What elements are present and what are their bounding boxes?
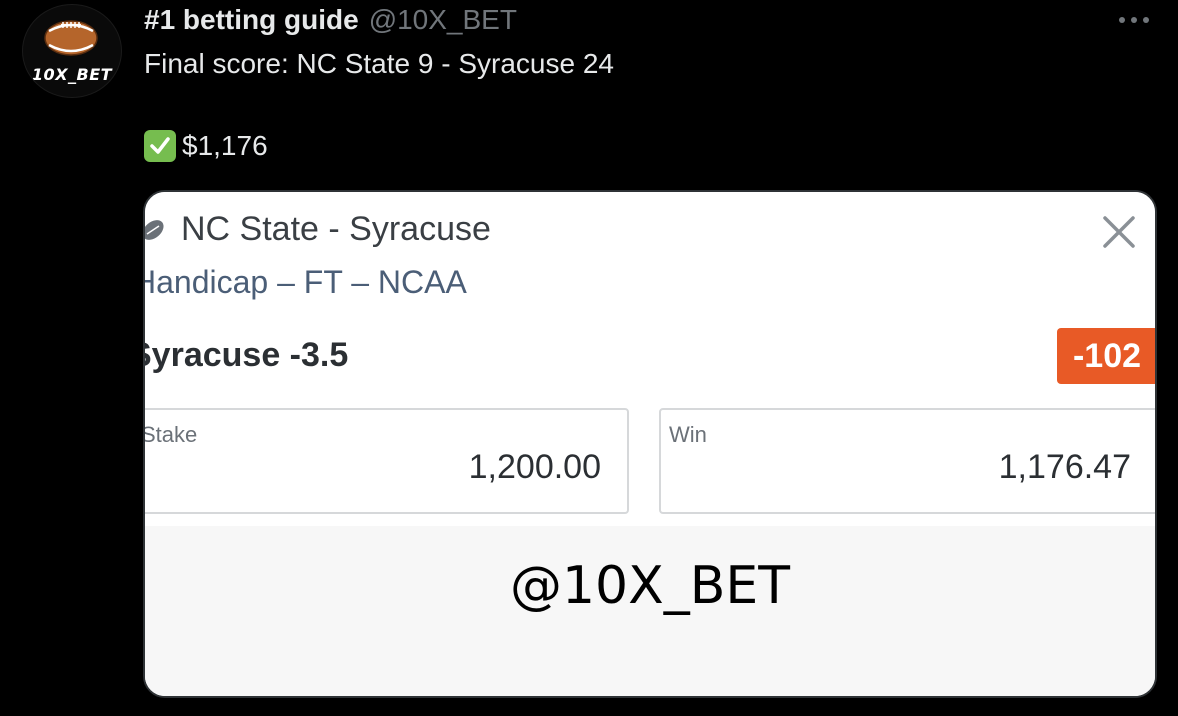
close-icon[interactable] <box>1101 214 1137 250</box>
bet-slip: NC State - Syracuse Handicap – FT – NCAA… <box>143 192 1155 696</box>
football-icon <box>44 20 98 56</box>
win-label: Win <box>669 422 707 447</box>
football-icon <box>145 220 164 240</box>
match-title: NC State - Syracuse <box>181 210 491 248</box>
more-dots-icon[interactable] <box>1116 8 1152 32</box>
tweet-media-image[interactable]: NC State - Syracuse Handicap – FT – NCAA… <box>143 190 1157 698</box>
win-value: 1,176.47 <box>998 448 1131 486</box>
stake-field[interactable]: Stake 1,200.00 <box>143 408 629 514</box>
odds-badge: -102 <box>1057 328 1155 384</box>
win-field[interactable]: Win 1,176.47 <box>659 408 1155 514</box>
avatar-logo-text: 10X_BET <box>31 65 113 84</box>
stake-value: 1,200.00 <box>468 448 601 486</box>
check-mark-icon <box>144 130 176 162</box>
stake-label: Stake <box>143 422 198 447</box>
tweet-header: #1 betting guide @10X_BET <box>144 4 517 38</box>
market-label: Handicap – FT – NCAA <box>143 264 467 300</box>
watermark-text: @10X_BET <box>509 556 791 616</box>
result-line: $1,176 <box>144 128 268 164</box>
author-display-name[interactable]: #1 betting guide <box>144 4 359 36</box>
watermark-area: @10X_BET <box>145 526 1155 696</box>
author-handle[interactable]: @10X_BET <box>369 4 517 36</box>
tweet: 10X_BET #1 betting guide @10X_BET Final … <box>0 0 1178 716</box>
avatar[interactable]: 10X_BET <box>22 4 122 98</box>
result-amount: $1,176 <box>182 130 268 161</box>
bet-selection: Syracuse -3.5 <box>143 336 349 374</box>
tweet-text: Final score: NC State 9 - Syracuse 24 <box>144 48 614 79</box>
